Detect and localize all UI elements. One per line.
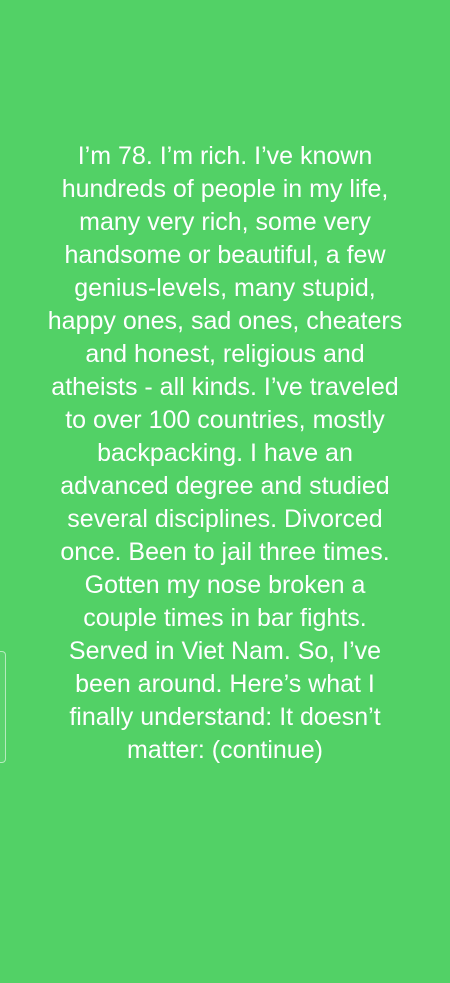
story-line: matter: (continue) bbox=[127, 736, 323, 764]
story-card: I’m 78. I’m rich. I’ve known hundreds of… bbox=[0, 0, 450, 983]
story-line: Gotten my nose broken a bbox=[84, 571, 366, 599]
story-line: I’m 78. I’m rich. I’ve known bbox=[77, 142, 373, 170]
story-line: finally understand: It doesn’t bbox=[69, 703, 381, 731]
story-line: advanced degree and studied bbox=[60, 472, 390, 500]
story-line: once. Been to jail three times. bbox=[60, 538, 390, 566]
story-line: couple times in bar fights. bbox=[83, 604, 367, 632]
story-line: many very rich, some very bbox=[79, 208, 371, 236]
story-line: and honest, religious and bbox=[85, 340, 365, 368]
story-line: atheists - all kinds. I’ve traveled bbox=[51, 373, 399, 401]
story-line: handsome or beautiful, a few bbox=[64, 241, 386, 269]
story-line: happy ones, sad ones, cheaters bbox=[47, 307, 403, 335]
story-line: several disciplines. Divorced bbox=[67, 505, 383, 533]
story-line: genius-levels, many stupid, bbox=[74, 274, 376, 302]
story-line: been around. Here’s what I bbox=[75, 670, 375, 698]
story-line: to over 100 countries, mostly bbox=[65, 406, 385, 434]
story-line: Served in Viet Nam. So, I’ve bbox=[68, 637, 382, 665]
story-line: hundreds of people in my life, bbox=[61, 175, 389, 203]
story-line: backpacking. I have an bbox=[97, 439, 353, 467]
story-text: I’m 78. I’m rich. I’ve known hundreds of… bbox=[0, 140, 450, 767]
